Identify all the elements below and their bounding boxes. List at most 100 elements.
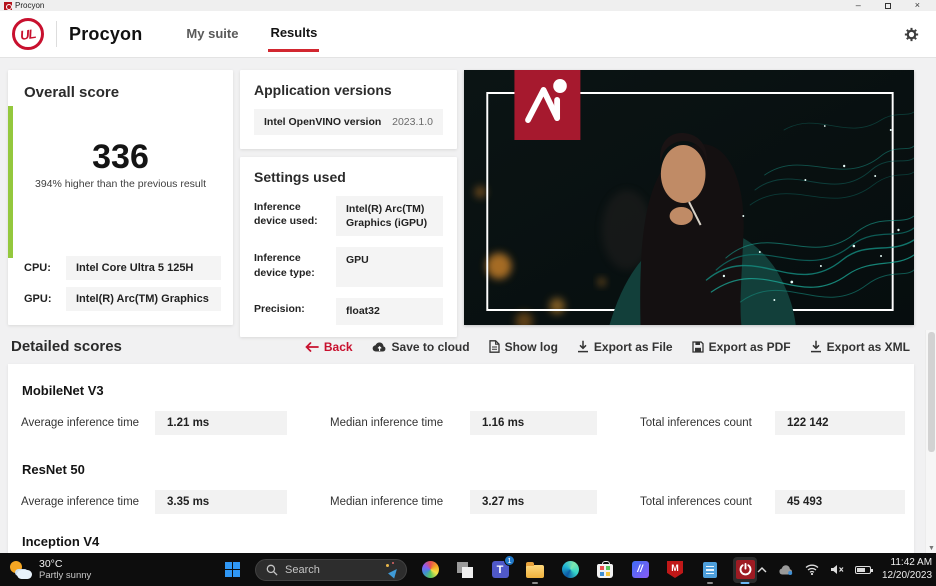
minimize-button[interactable]: – [856,1,861,10]
inference-device-type-value: GPU [336,247,443,288]
inference-device-used-row: Inference device used: Intel(R) Arc(TM) … [254,196,443,237]
vertical-scrollbar[interactable]: ▼ [925,330,936,553]
volume-muted-icon[interactable] [830,564,844,575]
median-inference-value: 1.16 ms [470,411,597,435]
score-accent-bar [8,106,13,258]
restore-button[interactable] [884,2,891,9]
start-button[interactable] [220,557,244,583]
close-button[interactable]: × [915,1,920,10]
photos-icon [421,561,439,578]
table-row: Average inference time 1.21 ms Median in… [21,411,914,435]
gpu-row: GPU: Intel(R) Arc(TM) Graphics [24,287,221,311]
cloud-upload-icon [372,342,385,352]
clock-widget[interactable]: 11:42 AM 12/20/2023 [882,557,932,582]
overall-score-value: 336 [92,138,149,176]
export-as-xml-button[interactable]: Export as XML [810,340,910,354]
show-log-button[interactable]: Show log [488,340,558,354]
openvino-label: Intel OpenVINO version [264,116,382,128]
tray-chevron-up-icon[interactable] [757,566,767,573]
taskbar-app-notepad[interactable] [698,557,722,584]
model-name: ResNet 50 [22,462,85,477]
application-versions-title: Application versions [254,82,392,98]
procyon-app-icon [4,1,12,10]
file-explorer-icon [526,561,544,578]
taskbar-app-photos[interactable] [418,557,442,583]
taskbar-app-file-explorer[interactable] [523,557,547,584]
active-app-indicator [740,581,750,584]
inference-device-used-value: Intel(R) Arc(TM) Graphics (iGPU) [336,196,443,237]
weather-condition: Partly sunny [39,570,92,581]
detailed-scores-panel: MobileNet V3 Average inference time 1.21… [8,364,914,554]
taskbar-app-mcafee[interactable]: M [663,557,687,583]
gpu-label: GPU: [24,293,52,305]
avg-inference-value: 1.21 ms [155,411,287,435]
clock-time: 11:42 AM [890,557,933,568]
scrollbar-down-arrow[interactable]: ▼ [926,545,936,552]
taskbar-app-procyon[interactable] [733,556,757,584]
model-name: MobileNet V3 [22,383,104,398]
total-inferences-value: 45 493 [775,490,905,514]
edge-icon [561,561,579,578]
detailed-scores-title: Detailed scores [11,338,122,355]
tab-my-suite[interactable]: My suite [184,18,240,50]
settings-gear-icon[interactable] [903,26,924,43]
microsoft-365-icon: // [631,561,649,578]
precision-value: float32 [336,298,443,325]
taskbar-app-microsoft-store[interactable] [593,557,617,583]
search-highlight-icon [384,561,400,579]
procyon-ai-logo [514,70,581,140]
openvino-value: 2023.1.0 [392,116,433,128]
notepad-icon [703,561,717,578]
settings-used-title: Settings used [254,169,346,185]
wifi-icon[interactable] [805,564,819,575]
median-inference-value: 3.27 ms [470,490,597,514]
task-view-icon [457,561,473,578]
running-indicator [707,581,713,584]
cpu-label: CPU: [24,262,51,274]
openvino-version-row: Intel OpenVINO version 2023.1.0 [254,109,443,135]
mcafee-shield-icon: M [667,561,683,578]
gpu-value: Intel(R) Arc(TM) Graphics [66,287,221,311]
export-as-pdf-button[interactable]: Export as PDF [691,340,791,354]
window-title: Procyon [15,1,45,10]
battery-icon[interactable] [855,565,873,574]
application-versions-card: Application versions Intel OpenVINO vers… [240,70,457,149]
settings-used-card: Settings used Inference device used: Int… [240,157,457,337]
cpu-row: CPU: Intel Core Ultra 5 125H [24,256,221,280]
running-indicator [532,581,538,584]
tab-results[interactable]: Results [268,17,320,52]
arrow-left-icon [305,341,319,352]
save-to-cloud-button[interactable]: Save to cloud [372,340,470,354]
search-placeholder: Search [285,563,320,576]
inference-device-type-row: Inference device type: GPU [254,247,443,288]
teams-notification-badge: 1 [504,554,515,566]
total-inferences-value: 122 142 [775,411,905,435]
scrollbar-thumb[interactable] [928,332,935,452]
taskbar-app-edge[interactable] [558,557,582,583]
document-icon [488,340,500,353]
procyon-taskbar-icon [735,560,755,579]
back-button[interactable]: Back [305,340,353,354]
taskbar-app-microsoft-365[interactable]: // [628,557,652,583]
divider [56,21,57,47]
overall-score-card: Overall score 336 394% higher than the p… [8,70,233,325]
export-as-file-button[interactable]: Export as File [577,340,673,354]
microsoft-store-icon [597,560,613,578]
download-icon [577,340,588,353]
taskbar-app-teams[interactable]: T1 [488,554,515,583]
search-box[interactable]: Search [255,558,407,581]
windows-taskbar: 30°C Partly sunny Search T1 // M 11:42 A… [0,553,936,586]
cpu-value: Intel Core Ultra 5 125H [66,256,221,280]
table-row: Average inference time 3.35 ms Median in… [21,490,914,514]
overall-score-title: Overall score [24,84,120,101]
ai-benchmark-hero-image [464,70,914,325]
taskbar-app-task-view[interactable] [453,557,477,583]
weather-widget[interactable]: 30°C Partly sunny [0,558,220,581]
windows-logo-icon [224,562,240,577]
download-icon [810,340,821,353]
clock-date: 12/20/2023 [882,569,933,581]
save-icon [691,340,704,353]
score-comparison: 394% higher than the previous result [34,178,207,191]
onedrive-cloud-icon[interactable] [778,564,794,575]
precision-row: Precision: float32 [254,298,443,325]
